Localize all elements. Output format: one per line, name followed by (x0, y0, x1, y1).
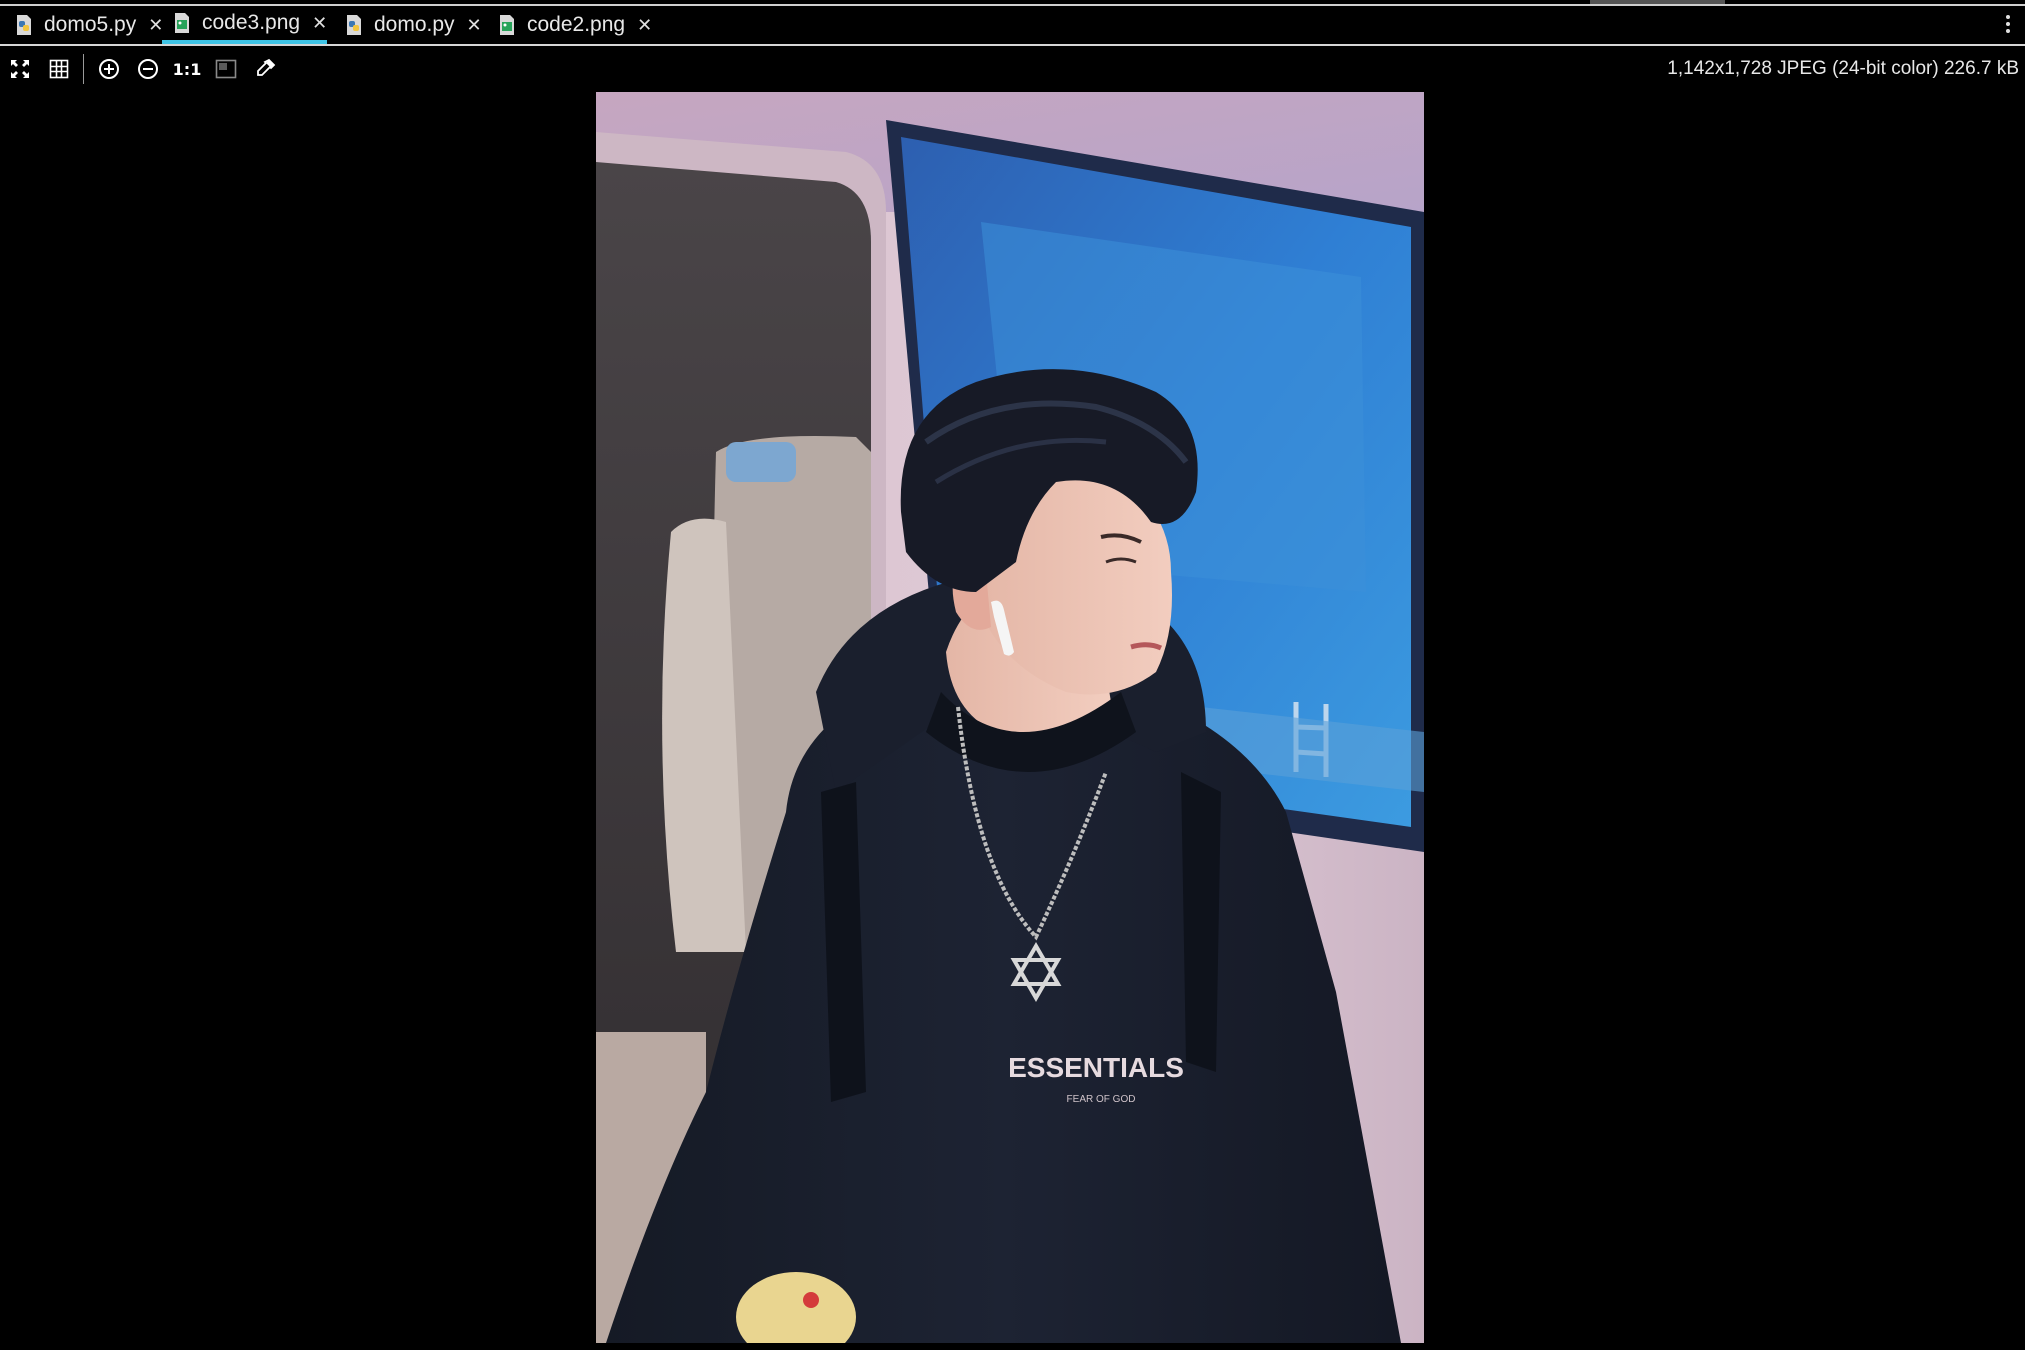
close-icon[interactable]: ✕ (637, 16, 652, 34)
tab-label: domo.py (374, 13, 455, 36)
actual-size-label: 1:1 (172, 59, 202, 79)
shirt-print-subtext: FEAR OF GOD (1067, 1094, 1136, 1105)
image-canvas[interactable]: ESSENTIALS FEAR OF GOD (596, 92, 1424, 1343)
editor-tab-bar: domo5.py ✕ code3.png ✕ domo.py ✕ code2.p… (0, 6, 2025, 46)
image-file-icon (497, 14, 517, 36)
python-file-icon (14, 14, 34, 36)
tab-label: domo5.py (44, 13, 137, 36)
python-file-icon (344, 14, 364, 36)
shirt-print-text: ESSENTIALS (1008, 1052, 1184, 1083)
grid-icon[interactable] (46, 56, 72, 82)
toolbar-separator (83, 54, 84, 84)
tab-code3-png[interactable]: code3.png ✕ (162, 6, 328, 44)
close-icon[interactable]: ✕ (467, 16, 482, 34)
zoom-in-icon[interactable] (96, 56, 122, 82)
image-viewer-app: domo5.py ✕ code3.png ✕ domo.py ✕ code2.p… (0, 0, 2025, 1350)
fit-to-window-icon[interactable] (7, 56, 33, 82)
zoom-out-icon[interactable] (135, 56, 161, 82)
scroll-indicator[interactable] (1590, 0, 1725, 4)
tab-label: code2.png (527, 13, 626, 36)
background-icon[interactable] (213, 56, 239, 82)
actual-size-icon[interactable]: 1:1 (172, 56, 202, 82)
tab-domo-py[interactable]: domo.py ✕ (334, 6, 482, 44)
tab-code2-png[interactable]: code2.png ✕ (487, 6, 652, 44)
close-icon[interactable]: ✕ (312, 14, 327, 32)
tab-label: code3.png (202, 11, 301, 34)
tab-domo5-py[interactable]: domo5.py ✕ (4, 6, 163, 44)
color-picker-icon[interactable] (252, 56, 278, 82)
more-options-icon[interactable] (2003, 12, 2013, 40)
image-metadata-label: 1,142x1,728 JPEG (24-bit color) 226.7 kB (1667, 58, 2019, 79)
image-file-icon (172, 12, 192, 34)
